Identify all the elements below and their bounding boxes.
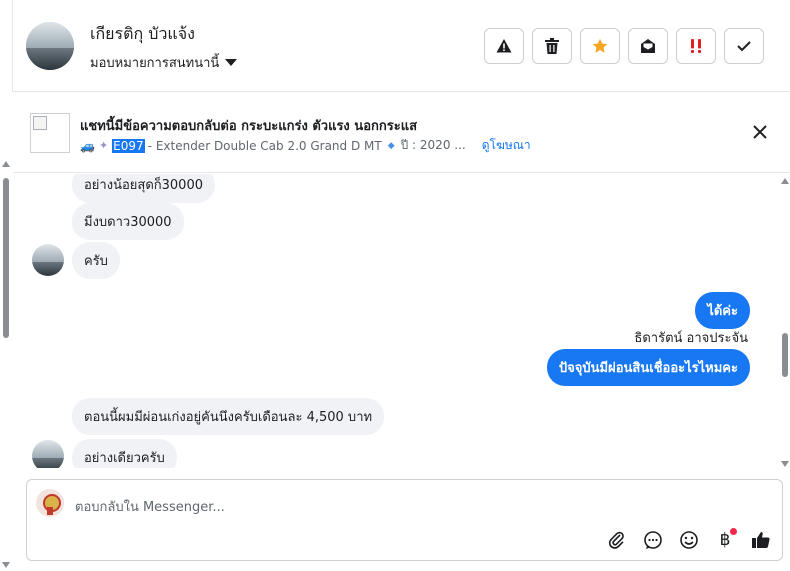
conversation-actions <box>484 28 764 64</box>
reply-composer: ตอบกลับใน Messenger... ฿ <box>26 479 783 561</box>
reply-input[interactable]: ตอบกลับใน Messenger... <box>75 496 225 517</box>
message-bubble-incoming: มีงบดาว30000 <box>72 203 184 240</box>
contact-avatar[interactable] <box>26 22 74 70</box>
assign-label: มอบหมายการสนทนานี้ <box>90 56 220 71</box>
assign-conversation-dropdown[interactable]: มอบหมายการสนทนานี้ <box>90 52 238 73</box>
ad-title: แชทนี้มีข้อความตอบกลับต่อ กระบะแกร่ง ตัว… <box>80 119 418 134</box>
trash-icon <box>545 38 559 54</box>
diamond-icon: ◆ <box>387 140 395 151</box>
star-button[interactable] <box>580 28 620 64</box>
ad-details: 🚙 ✦ E097 - Extender Double Cab 2.0 Grand… <box>80 136 531 155</box>
chat-bubble-icon <box>644 531 662 549</box>
message-bubble-incoming: อย่างเดียวครับ <box>72 439 177 468</box>
contact-avatar-small[interactable] <box>32 440 64 468</box>
mark-unread-button[interactable] <box>628 28 668 64</box>
follow-up-button[interactable] <box>676 28 716 64</box>
saved-replies-button[interactable] <box>641 528 665 552</box>
ad-context-banner: แชทนี้มีข้อความตอบกลับต่อ กระบะแกร่ง ตัว… <box>14 93 790 173</box>
scroll-up-arrow[interactable] <box>2 161 10 167</box>
star-icon <box>592 38 608 53</box>
like-button[interactable] <box>749 528 773 552</box>
emoji-button[interactable] <box>677 528 701 552</box>
ad-code: E097 <box>112 138 145 153</box>
conversation-header: เกียรติกุ บัวแจ้ง มอบหมายการสนทนานี้ <box>12 0 790 92</box>
envelope-open-icon <box>641 39 655 53</box>
thumbs-up-icon <box>752 532 770 548</box>
message-bubble-incoming: อย่างน้อยสุดก็30000 <box>72 174 215 203</box>
scroll-down-arrow[interactable] <box>2 562 10 568</box>
page-avatar <box>36 489 64 517</box>
close-icon[interactable] <box>751 123 769 141</box>
spam-button[interactable] <box>484 28 524 64</box>
message-thread: อย่างน้อยสุดก็30000 มีงบดาว30000 ครับ ได… <box>0 174 790 468</box>
done-button[interactable] <box>724 28 764 64</box>
paperclip-icon <box>608 531 624 549</box>
view-ad-link[interactable]: ดูโฆษณา <box>482 136 531 155</box>
delete-button[interactable] <box>532 28 572 64</box>
sparkle-icon: ✦ <box>98 139 109 152</box>
check-icon <box>737 41 751 52</box>
attach-button[interactable] <box>605 528 629 552</box>
contact-name[interactable]: เกียรติกุ บัวแจ้ง <box>90 22 195 47</box>
smiley-icon <box>680 531 698 549</box>
message-bubble-incoming: ตอนนี้ผมมีผ่อนเก่งอยู่คันนึงครับเดือนละ … <box>72 398 385 435</box>
sender-name: ธิดารัตน์ อาจประจัน <box>634 331 748 346</box>
exclamation-icon <box>691 39 701 53</box>
notification-dot <box>730 528 737 535</box>
ad-thumbnail[interactable] <box>30 113 70 153</box>
baht-icon: ฿ <box>719 530 731 550</box>
caret-down-icon <box>225 59 238 66</box>
message-bubble-outgoing: ปัจจุบันมีผ่อนสินเชื่ออะไรไหมคะ <box>546 349 750 386</box>
payment-button[interactable]: ฿ <box>713 528 737 552</box>
message-bubble-outgoing: ได้ค่ะ <box>695 292 750 329</box>
message-bubble-incoming: ครับ <box>72 242 120 279</box>
contact-avatar-small[interactable] <box>32 244 64 276</box>
composer-tools: ฿ <box>605 528 773 552</box>
car-icon: 🚙 <box>80 138 95 153</box>
ad-description: - Extender Double Cab 2.0 Grand D MT <box>147 138 382 153</box>
ad-year: ปี : 2020 ... <box>400 138 466 152</box>
warning-icon <box>496 39 512 53</box>
